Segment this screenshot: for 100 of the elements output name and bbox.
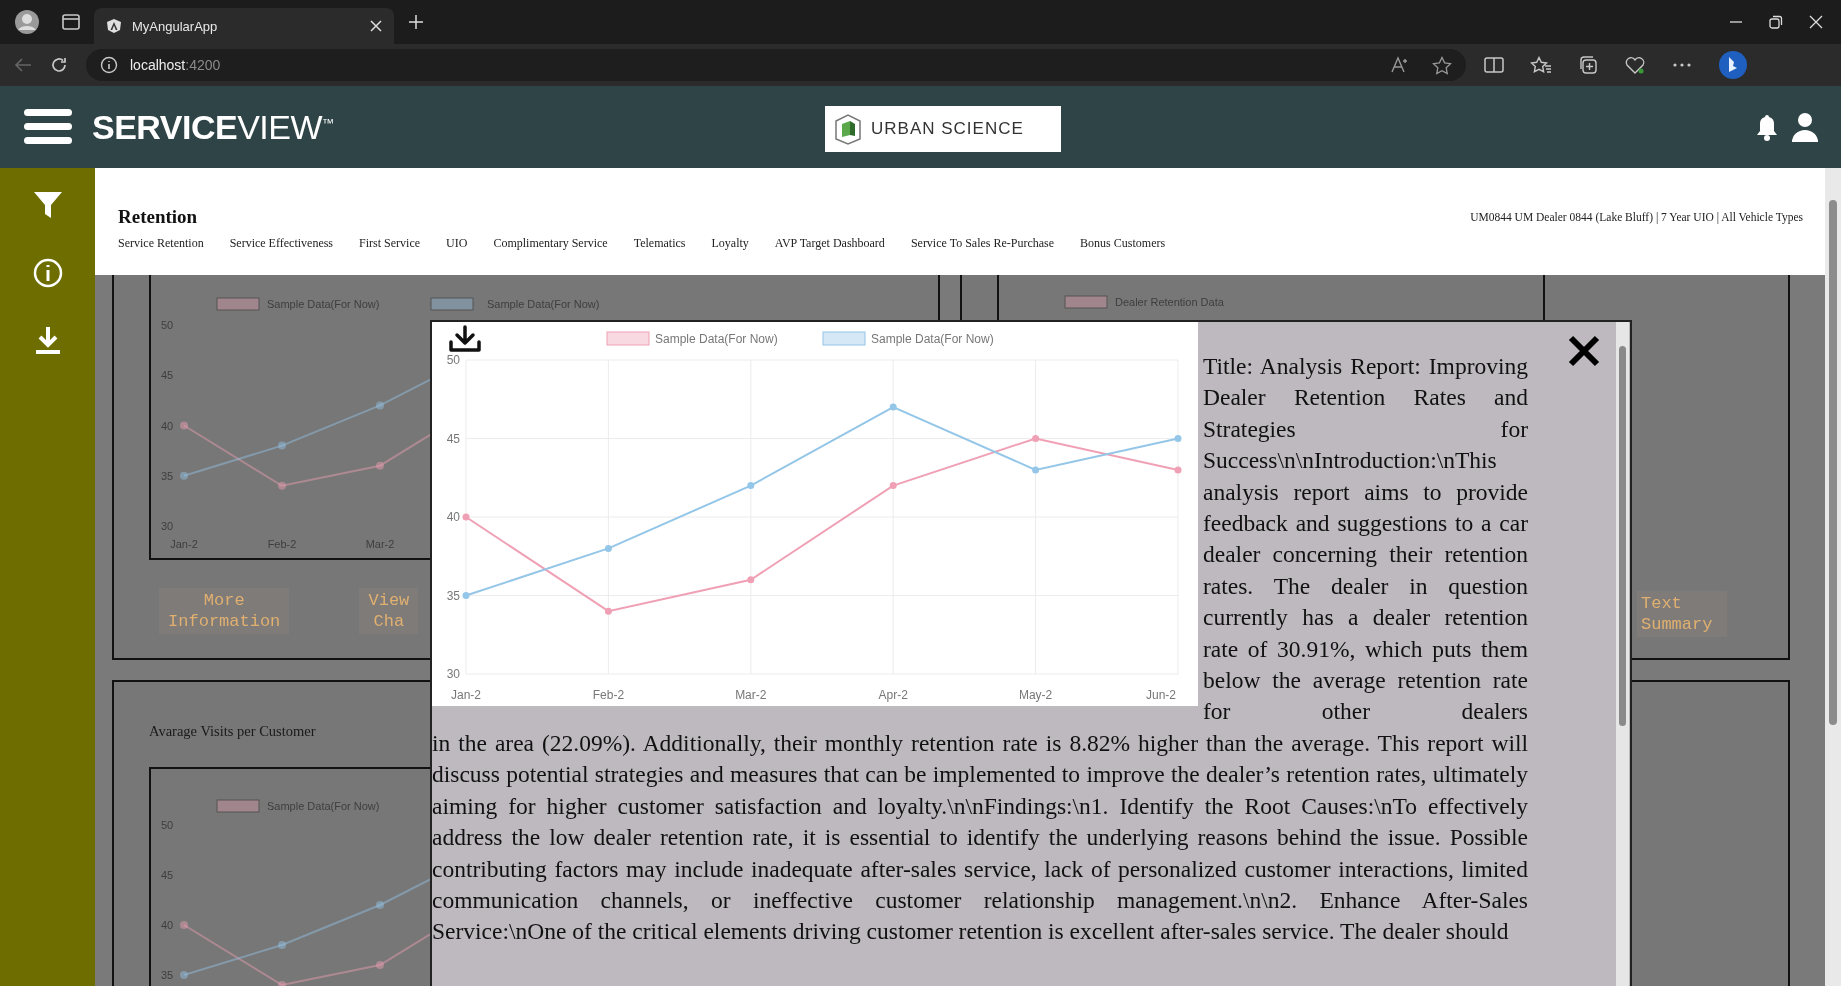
data-point	[180, 471, 188, 480]
data-point	[180, 971, 188, 979]
axis-label: Mar-2	[365, 538, 395, 550]
tick-label: 30	[446, 667, 460, 681]
axis-label: Feb-2	[267, 538, 297, 550]
data-point	[747, 482, 755, 490]
tab-actions-icon[interactable]	[62, 14, 80, 30]
nav-link[interactable]: Service Retention	[118, 236, 204, 251]
data-point	[278, 441, 286, 450]
axis-label: Mar-2	[735, 688, 767, 702]
bell-icon[interactable]	[1755, 113, 1779, 141]
axis-label: Jun-2	[1145, 688, 1176, 702]
collections-icon[interactable]	[1578, 55, 1598, 75]
info-icon[interactable]	[100, 56, 118, 74]
legend-swatch-icon	[216, 799, 260, 813]
building-icon	[833, 113, 863, 145]
nav-link[interactable]: Complimentary Service	[493, 236, 608, 251]
data-point	[278, 941, 286, 949]
legend-label: Sample Data(For Now)	[655, 332, 778, 346]
profile-icon[interactable]	[14, 9, 40, 35]
legend-swatch-icon	[822, 331, 866, 346]
data-point	[376, 901, 384, 909]
axis-label: Jan-2	[451, 688, 481, 702]
data-point	[278, 981, 286, 986]
axis-label: Feb-2	[592, 688, 625, 702]
favorites-icon[interactable]	[1530, 55, 1552, 75]
url-host: localhost	[130, 57, 186, 73]
nav-link[interactable]: Loyalty	[711, 236, 749, 251]
nav-link[interactable]: Service To Sales Re-Purchase	[910, 236, 1055, 251]
data-point	[1032, 466, 1040, 474]
data-point	[1174, 466, 1182, 474]
partner-name: URBAN SCIENCE	[871, 119, 1024, 139]
menu-icon[interactable]	[24, 107, 72, 147]
data-point	[604, 544, 612, 552]
tick-label: 40	[161, 919, 174, 931]
app-favicon-icon	[106, 18, 122, 34]
data-point	[747, 576, 755, 584]
nav-link[interactable]: UIO	[446, 236, 468, 251]
assistant-icon[interactable]	[1718, 50, 1748, 80]
nav-link[interactable]: Bonus Customers	[1080, 236, 1166, 251]
tick-label: 40	[161, 419, 174, 432]
tick-label: 45	[446, 431, 460, 446]
axis-label: Apr-2	[878, 688, 908, 702]
tick-label: 40	[446, 510, 460, 524]
refresh-icon[interactable]	[50, 56, 68, 74]
legend-swatch-icon	[606, 331, 650, 346]
nav-link[interactable]: Service Effectiveness	[229, 236, 334, 251]
data-point	[376, 961, 384, 969]
legend-swatch-icon	[216, 297, 260, 311]
user-icon[interactable]	[1791, 112, 1819, 142]
legend-swatch-icon	[430, 297, 474, 311]
legend-label: Dealer Retention Data	[1115, 296, 1224, 308]
tick-label: 30	[161, 520, 174, 532]
data-point	[462, 513, 470, 521]
heart-icon[interactable]	[1624, 55, 1646, 75]
data-point	[180, 921, 188, 929]
url-port: :4200	[185, 57, 221, 73]
scroll-thumb[interactable]	[1619, 346, 1626, 726]
scrollbar[interactable]	[1825, 168, 1841, 986]
scroll-thumb[interactable]	[1829, 200, 1837, 725]
read-aloud-icon[interactable]	[1390, 55, 1410, 74]
more-icon[interactable]	[1672, 62, 1692, 68]
data-point	[889, 403, 897, 411]
data-point	[376, 461, 384, 470]
data-point	[604, 607, 612, 615]
axis-label: May-2	[1018, 688, 1053, 702]
restore-icon[interactable]	[1769, 15, 1783, 29]
close-icon[interactable]	[1568, 335, 1600, 367]
nav-link[interactable]: AVP Target Dashboard	[774, 236, 885, 251]
page-title: Retention	[118, 206, 198, 228]
new-tab-icon[interactable]	[408, 14, 424, 30]
data-point	[180, 421, 188, 430]
data-point	[889, 482, 897, 490]
nav-link[interactable]: Telematics	[633, 236, 686, 251]
back-icon[interactable]	[14, 57, 32, 73]
tick-label: 35	[161, 469, 174, 482]
app-logo: SERVICEVIEW$^{™}$	[92, 107, 334, 147]
browser-tab[interactable]: MyAngularApp	[94, 8, 394, 44]
data-point	[1174, 435, 1182, 442]
data-point	[1032, 435, 1040, 442]
filter-icon[interactable]	[32, 190, 63, 220]
card-title: Avarage Visits per Customer	[149, 723, 316, 739]
report-text: in the area (22.09%). Additionally, their monthly retention rate is 8.82% higher than the average. This report will discuss potential strategies and measures that can be implemented to improve the dealer’s retention rates, ultimately aiming for higher customer satisfaction and loyalty.\n\nFindings:\n1. Identify the Root Causes:\nTo effectively address the low dealer retention rate, it is essential to identify the underlying reasons behind the issue. Possible contributing factors may include inadequate after-sales service, lack of personalized customer interactions, limited communication channels, or ineffective customer relationship management.\n\n2. Enhance After-Sales Service:\nOne of the critical elements driving customer retention is excellent after-sales service. The dealer should	[432, 728, 1528, 947]
tick-label: 45	[161, 369, 174, 382]
tick-label: 35	[446, 588, 460, 603]
data-point	[278, 481, 286, 490]
context-text: UM0844 UM Dealer 0844 (Lake Bluff) | 7 Year UIO | All Vehicle Types	[1470, 211, 1803, 223]
tick-label: 35	[161, 969, 174, 981]
download-icon[interactable]	[448, 325, 482, 353]
tick-label: 50	[446, 353, 460, 367]
tick-label: 45	[161, 869, 174, 881]
report-text: Title: Analysis Report: Improving Dealer Retention Rates and Strategies for Success\n\nIntroduction:\nThis analysis report aims to provide feedback and suggestions to a car dealer concerning their retention rates. The dealer in question currently has a dealer retention rate of 30.91%, which puts them below the average retention rate for other dealers	[1203, 352, 1528, 727]
legend-swatch-icon	[1064, 295, 1108, 309]
split-screen-icon[interactable]	[1484, 56, 1504, 74]
star-icon[interactable]	[1432, 55, 1452, 75]
nav-link[interactable]: First Service	[359, 236, 421, 251]
tab-title: MyAngularApp	[132, 18, 219, 34]
scrollbar[interactable]	[1616, 322, 1629, 986]
address-bar[interactable]: localhost:4200	[86, 49, 1466, 81]
legend-label: Sample Data(For Now)	[871, 332, 994, 346]
